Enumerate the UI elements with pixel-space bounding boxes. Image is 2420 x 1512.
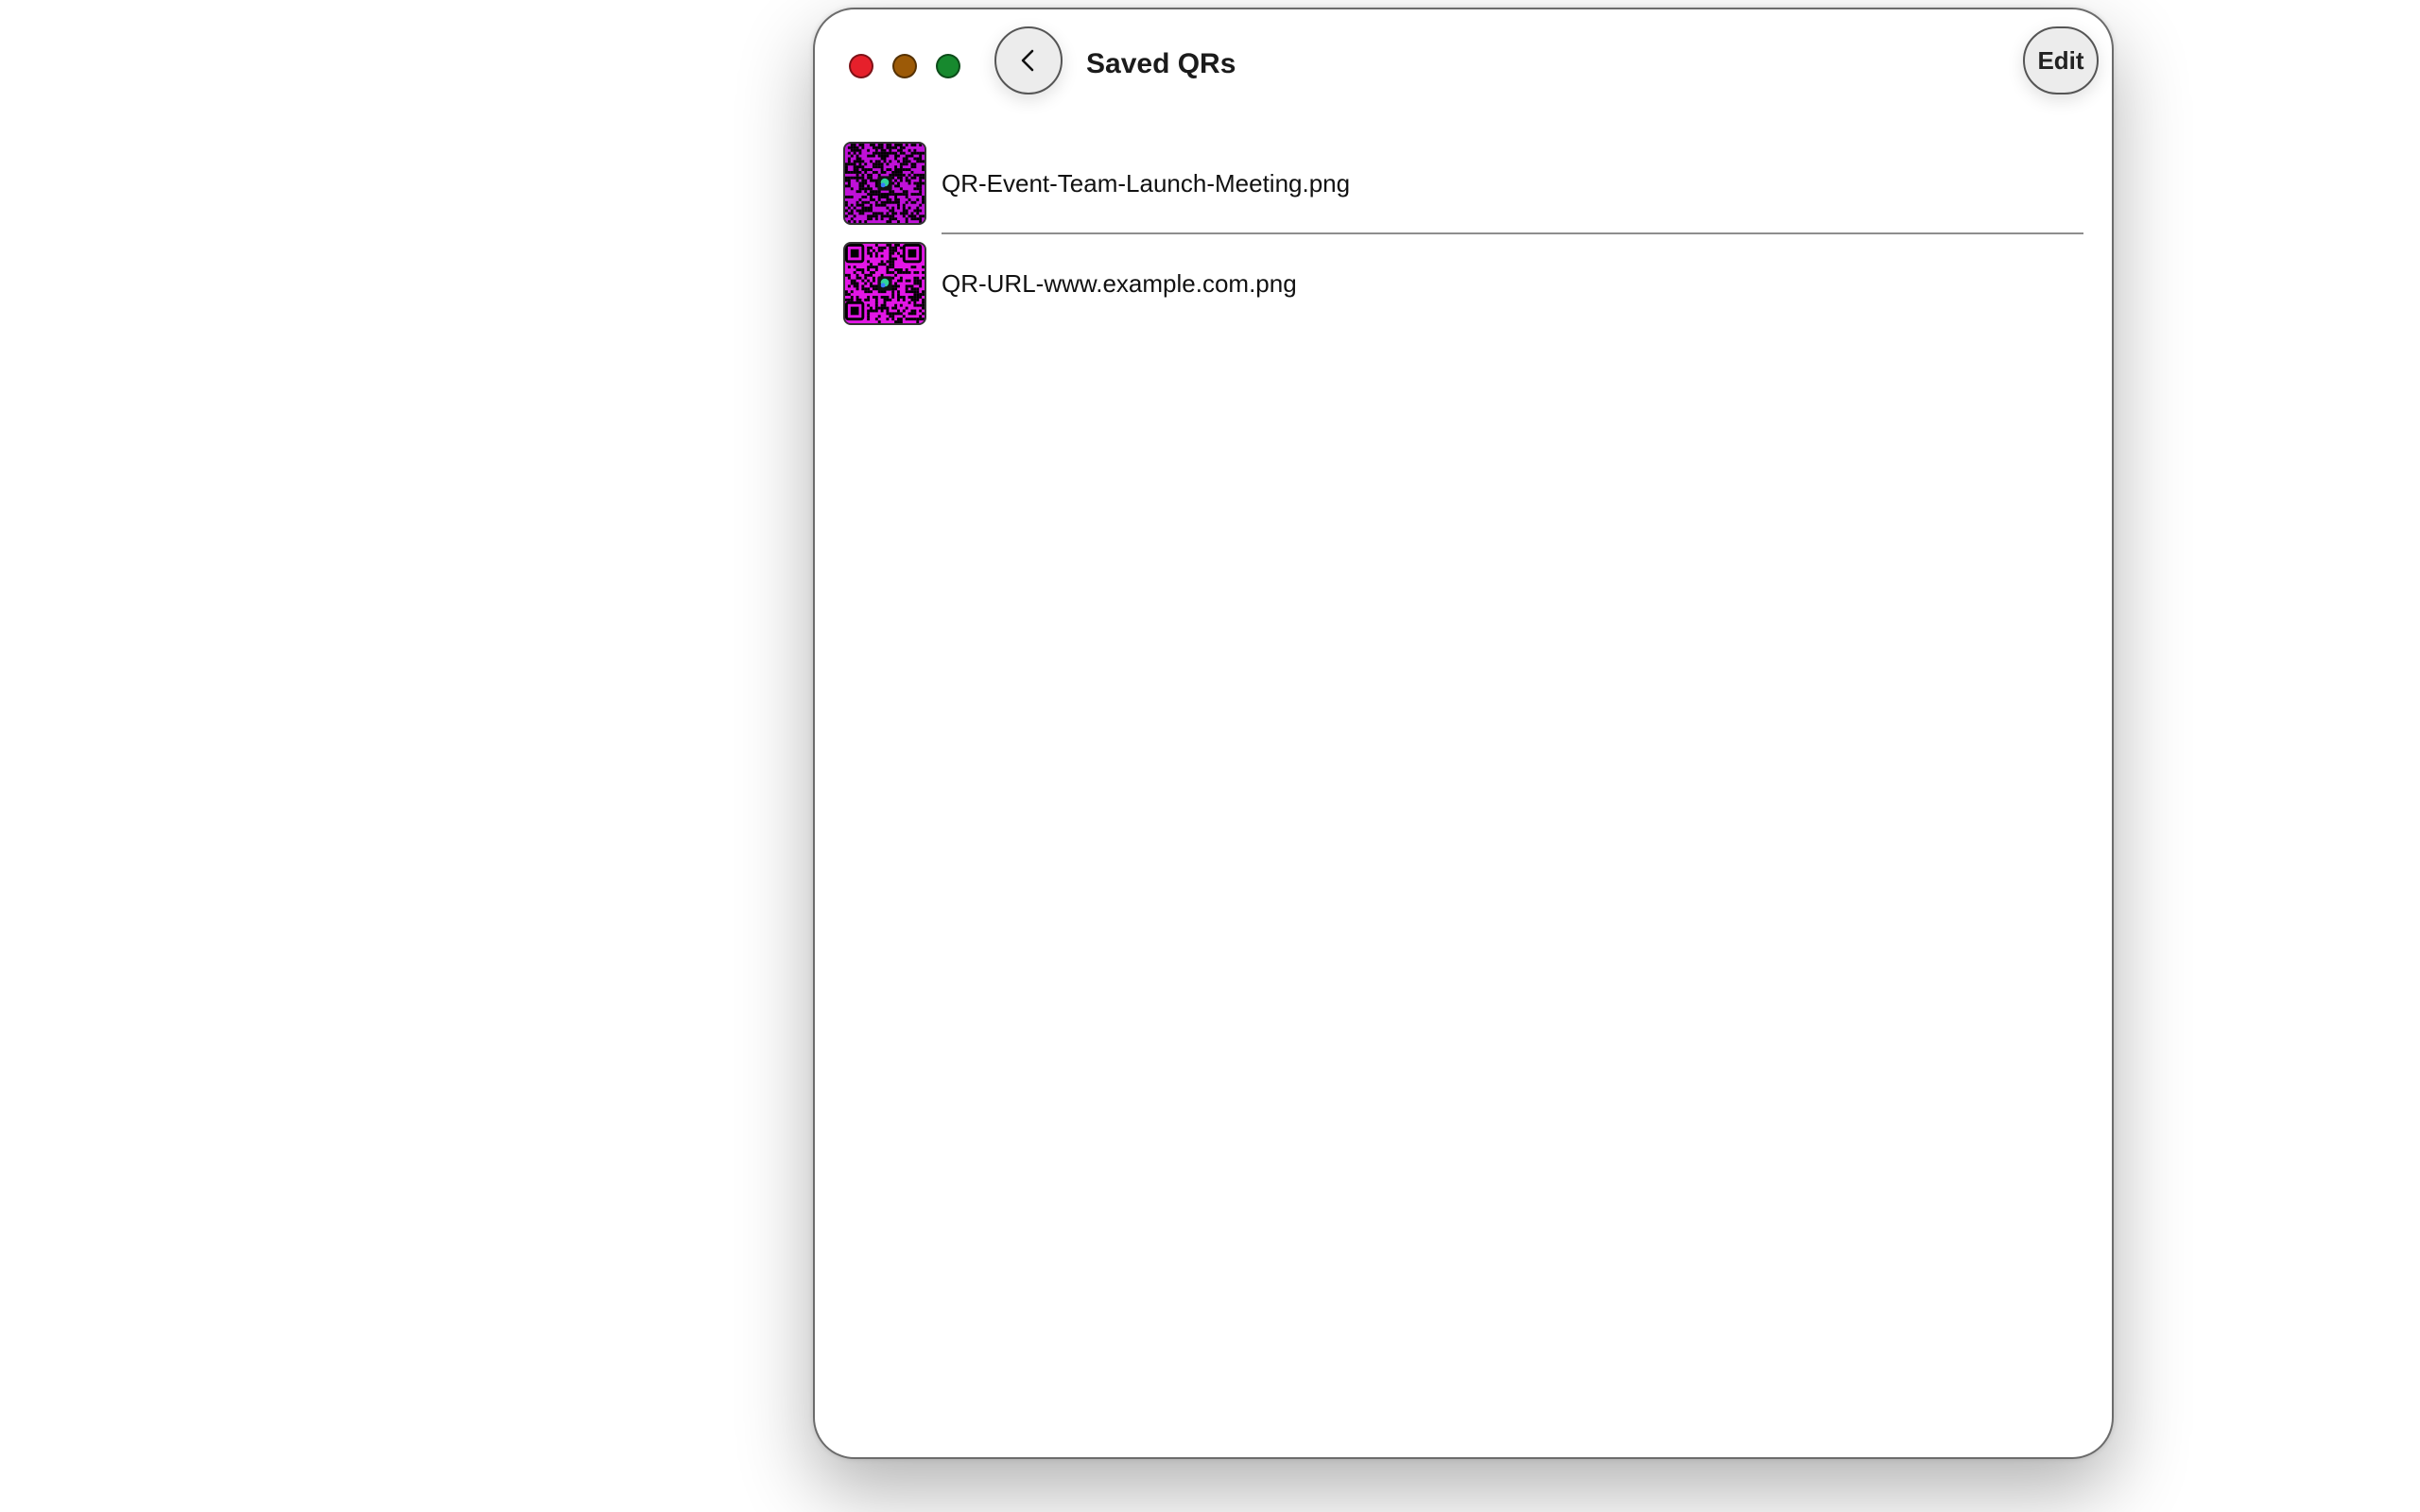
qr-thumbnail [843,142,926,225]
list-item-qr-url[interactable]: QR-URL-www.example.com.png [843,234,2083,333]
list-item-qr-event[interactable]: QR-Event-Team-Launch-Meeting.png [843,134,2083,232]
saved-qr-list: QR-Event-Team-Launch-Meeting.png QR-URL-… [843,134,2083,333]
minimize-window-button[interactable] [892,54,917,78]
edit-button[interactable]: Edit [2023,26,2099,94]
qr-code-image [845,244,925,323]
list-item-label: QR-Event-Team-Launch-Meeting.png [942,168,1351,198]
list-item-label: QR-URL-www.example.com.png [942,268,1297,298]
qr-code-image [845,144,925,223]
qr-thumbnail [843,242,926,325]
page-title: Saved QRs [1086,48,1236,79]
title-bar: Saved QRs Edit [815,9,2112,113]
chevron-left-icon [1021,49,1034,72]
close-window-button[interactable] [849,54,873,78]
back-button[interactable] [994,26,1063,94]
saved-qrs-window: Saved QRs Edit QR-Event-Team-Launch-Meet… [813,8,2114,1459]
maximize-window-button[interactable] [936,54,960,78]
